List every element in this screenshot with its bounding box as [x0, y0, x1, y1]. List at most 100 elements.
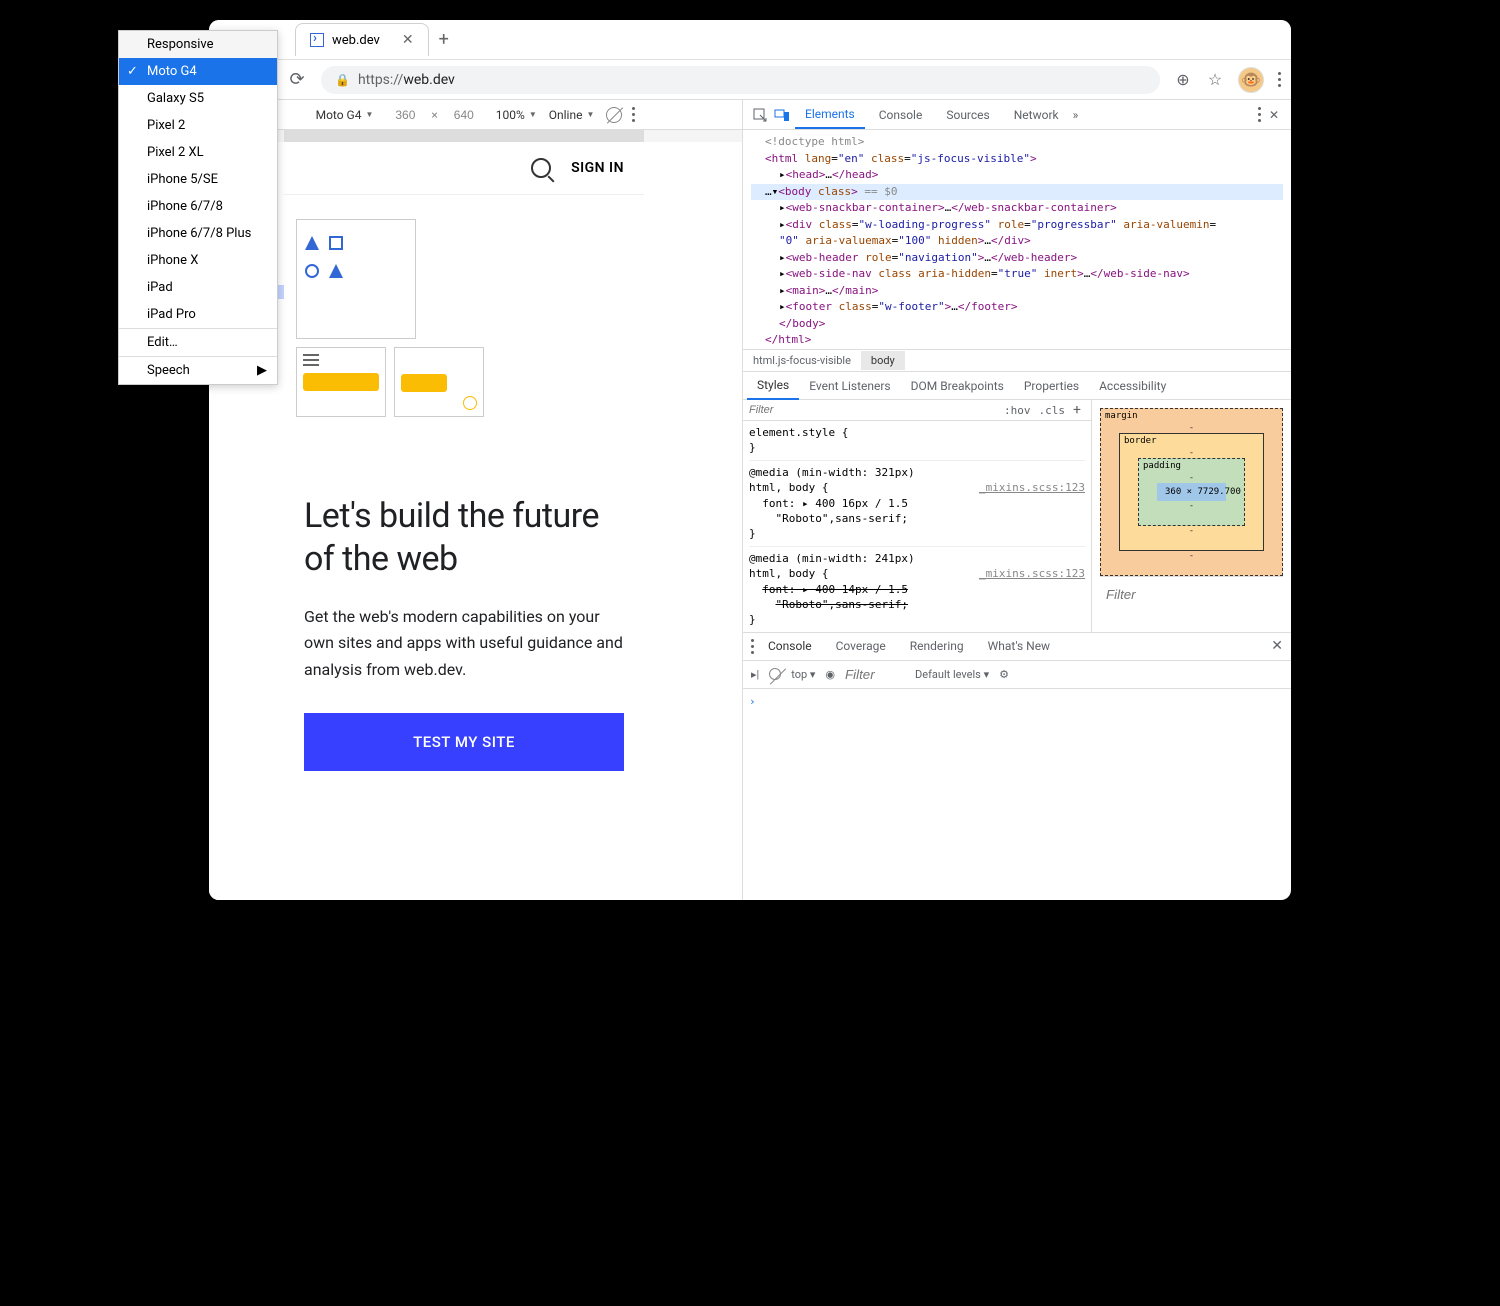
close-drawer-button[interactable]: ✕	[1271, 638, 1283, 654]
dom-node[interactable]: ▸<div class="w-loading-progress" role="p…	[751, 217, 1283, 234]
drawer-tab[interactable]: Rendering	[900, 634, 974, 658]
source-link[interactable]: _mixins.scss:123	[979, 480, 1085, 495]
dom-node[interactable]: ▸<head>…</head>	[751, 167, 1283, 184]
device-edit[interactable]: Edit…	[209, 329, 277, 356]
source-link[interactable]: _mixins.scss:123	[979, 566, 1085, 581]
zoom-select[interactable]: 100% ▼	[496, 108, 537, 122]
device-option[interactable]: iPhone 5/SE	[209, 166, 277, 193]
tab-network[interactable]: Network	[1004, 102, 1069, 128]
breadcrumb-item[interactable]: body	[861, 351, 905, 370]
dom-node[interactable]: <html lang="en" class="js-focus-visible"…	[751, 151, 1283, 168]
device-option[interactable]: Galaxy S5	[209, 85, 277, 112]
close-devtools-button[interactable]: ✕	[1265, 106, 1283, 124]
style-rules[interactable]: element.style { } @media (min-width: 321…	[743, 421, 1091, 632]
dom-node[interactable]: ▸<web-side-nav class aria-hidden="true" …	[751, 266, 1283, 283]
styles-tab[interactable]: DOM Breakpoints	[901, 373, 1014, 399]
device-toolbar: Moto G4 ▼ × 100% ▼ Online ▼	[209, 100, 742, 130]
device-speech[interactable]: Speech▶	[209, 357, 277, 384]
context-select[interactable]: top ▾	[791, 668, 815, 681]
rule-line: @media (min-width: 241px)	[749, 552, 915, 565]
clear-console-icon[interactable]	[769, 668, 781, 680]
console-filter-input[interactable]	[845, 667, 905, 682]
styles-tab[interactable]: Properties	[1014, 373, 1089, 399]
eye-icon[interactable]: ◉	[825, 668, 835, 681]
network-select[interactable]: Online ▼	[549, 108, 595, 122]
dom-node[interactable]: ▸<web-snackbar-container>…</web-snackbar…	[751, 200, 1283, 217]
rule-line: html, body {	[749, 481, 828, 494]
styles-tab[interactable]: Styles	[747, 372, 799, 400]
styles-tab[interactable]: Accessibility	[1089, 373, 1176, 399]
device-option[interactable]: Pixel 2	[209, 112, 277, 139]
computed-filter-input[interactable]	[1106, 587, 1285, 602]
content: Moto G4 ▼ × 100% ▼ Online ▼	[209, 100, 1291, 900]
profile-avatar[interactable]: 🐵	[1238, 67, 1264, 93]
triangle-icon	[329, 264, 343, 278]
hero-title: Let's build the future of the web	[304, 495, 624, 580]
tab-console[interactable]: Console	[869, 102, 933, 128]
tab-sources[interactable]: Sources	[936, 102, 999, 128]
rotate-icon[interactable]	[606, 107, 622, 123]
rule-line: element.style {	[749, 425, 1085, 440]
device-menu-button[interactable]	[632, 107, 635, 122]
close-tab-button[interactable]: ✕	[402, 32, 414, 48]
card-illustration	[296, 219, 416, 339]
device-option[interactable]: iPad	[209, 274, 277, 301]
install-icon[interactable]: ⊕	[1174, 71, 1192, 89]
console-body[interactable]: ›	[743, 689, 1291, 714]
address-bar: ← → ⟳ 🔒 https://web.dev ⊕ ☆ 🐵	[209, 60, 1291, 100]
dom-node[interactable]: ▸<web-header role="navigation">…</web-he…	[751, 250, 1283, 267]
addr-icons: ⊕ ☆ 🐵	[1174, 67, 1281, 93]
circle-icon	[305, 264, 319, 278]
height-input[interactable]	[444, 108, 484, 122]
device-option[interactable]: iPhone X	[209, 247, 277, 274]
dom-node[interactable]: ▸<main>…</main>	[751, 283, 1283, 300]
cta-button[interactable]: TEST MY SITE	[304, 713, 624, 771]
device-option[interactable]: iPad Pro	[209, 301, 277, 328]
dom-node[interactable]: "0" aria-valuemax="100" hidden>…</div>	[751, 233, 1283, 250]
width-input[interactable]	[385, 108, 425, 122]
inspect-icon[interactable]	[751, 106, 769, 124]
rule-line: html, body {	[749, 567, 828, 580]
breadcrumb: html.js-focus-visible body	[743, 350, 1291, 372]
console-sidebar-icon[interactable]: ▸|	[751, 668, 759, 681]
device-option[interactable]: Pixel 2 XL	[209, 139, 277, 166]
drawer-tab[interactable]: What's New	[978, 634, 1060, 658]
device-select[interactable]: Moto G4 ▼	[316, 108, 374, 122]
breadcrumb-item[interactable]: html.js-focus-visible	[743, 351, 861, 370]
sign-in-button[interactable]: SIGN IN	[571, 160, 624, 176]
drawer-tab[interactable]: Console	[758, 634, 822, 658]
log-levels-select[interactable]: Default levels ▾	[915, 668, 989, 681]
device-option[interactable]: iPhone 6/7/8	[209, 193, 277, 220]
cls-toggle[interactable]: .cls	[1035, 404, 1070, 417]
styles-tab[interactable]: Event Listeners	[799, 373, 900, 399]
more-tabs-icon[interactable]: »	[1073, 108, 1079, 122]
network-label: Online	[549, 108, 583, 122]
url-field[interactable]: 🔒 https://web.dev	[321, 66, 1160, 94]
new-tab-button[interactable]: +	[439, 29, 449, 50]
bm-label: border	[1124, 436, 1157, 446]
device-option[interactable]: Moto G4	[209, 58, 277, 85]
device-option[interactable]: iPhone 6/7/8 Plus	[209, 220, 277, 247]
lock-icon: 🔒	[335, 73, 350, 87]
devtools-menu-button[interactable]	[1258, 107, 1261, 122]
hov-toggle[interactable]: :hov	[1000, 404, 1035, 417]
drawer-menu-button[interactable]	[751, 639, 754, 654]
dom-node[interactable]: ▸<footer class="w-footer">…</footer>	[751, 299, 1283, 316]
dom-tree[interactable]: <!doctype html> <html lang="en" class="j…	[743, 130, 1291, 350]
box-model[interactable]: margin- border- padding- 360 × 7729.700 …	[1100, 408, 1283, 576]
dom-node[interactable]: </html>	[751, 332, 1283, 349]
search-icon[interactable]	[531, 158, 551, 178]
dom-node[interactable]: </body>	[751, 316, 1283, 333]
device-option-responsive[interactable]: Responsive	[209, 31, 277, 58]
styles-filter-input[interactable]	[749, 404, 1000, 416]
device-toggle-icon[interactable]	[773, 106, 791, 124]
gear-icon[interactable]: ⚙	[999, 668, 1009, 681]
tab-elements[interactable]: Elements	[795, 101, 865, 129]
new-rule-button[interactable]: +	[1069, 402, 1085, 418]
dom-node-selected[interactable]: …▾<body class> == $0	[751, 184, 1283, 201]
drawer-tab[interactable]: Coverage	[826, 634, 896, 658]
browser-menu-button[interactable]	[1278, 72, 1281, 87]
bookmark-icon[interactable]: ☆	[1206, 71, 1224, 89]
reload-button[interactable]: ⟳	[287, 70, 307, 90]
browser-tab[interactable]: web.dev ✕	[295, 23, 429, 56]
